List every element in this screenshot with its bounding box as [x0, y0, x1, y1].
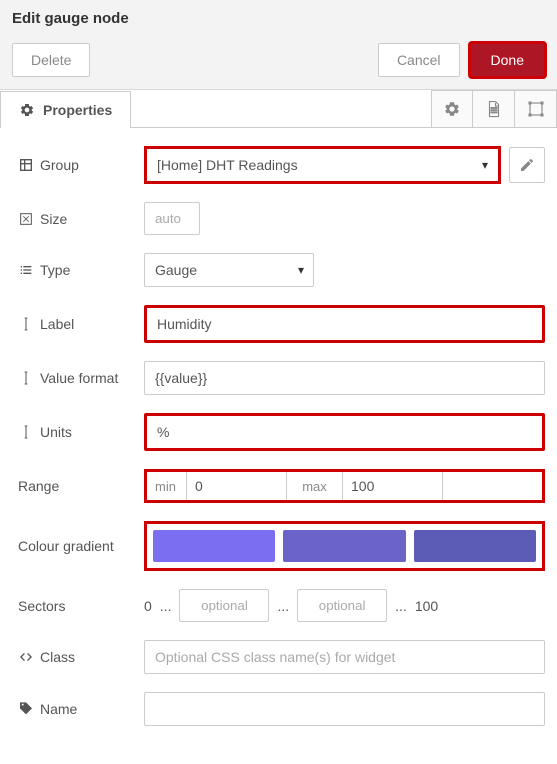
text-cursor-icon	[18, 316, 34, 332]
cancel-button[interactable]: Cancel	[378, 43, 460, 77]
row-size: Size auto	[18, 202, 545, 235]
size-button[interactable]: auto	[144, 202, 200, 235]
list-icon	[18, 262, 34, 278]
sectors-start: 0	[144, 598, 152, 614]
header-buttons: Delete Cancel Done	[12, 43, 545, 77]
range-max-label: max	[302, 479, 327, 494]
sectors-dots-2: ...	[277, 598, 289, 614]
row-value-format: Value format	[18, 361, 545, 395]
type-select[interactable]: Gauge	[144, 253, 314, 287]
name-input[interactable]	[144, 692, 545, 726]
sectors-dots-1: ...	[160, 598, 172, 614]
header-bar: Edit gauge node Delete Cancel Done	[0, 0, 557, 90]
tag-icon	[18, 701, 34, 717]
grid-icon	[18, 157, 34, 173]
range-max-input[interactable]	[351, 478, 434, 494]
tabs-row: Properties	[0, 90, 557, 128]
label-label: Label	[40, 316, 74, 332]
group-select[interactable]: [Home] DHT Readings	[147, 149, 498, 181]
text-cursor-icon	[18, 424, 34, 440]
edit-group-button[interactable]	[509, 147, 545, 183]
row-name: Name	[18, 692, 545, 726]
gear-icon	[443, 100, 461, 118]
code-icon	[18, 649, 34, 665]
properties-form: Group [Home] DHT Readings Size auto Type	[0, 128, 557, 764]
tab-settings-icon[interactable]	[431, 90, 473, 127]
delete-button[interactable]: Delete	[12, 43, 90, 77]
layout-icon	[527, 100, 545, 118]
class-label: Class	[40, 649, 75, 665]
range-min-input[interactable]	[195, 478, 278, 494]
type-label: Type	[40, 262, 70, 278]
row-units: Units	[18, 413, 545, 451]
colour-swatch-1[interactable]	[153, 530, 275, 562]
row-range: Range min max	[18, 469, 545, 503]
pencil-icon	[519, 157, 535, 173]
row-type: Type Gauge	[18, 253, 545, 287]
gradient-group	[144, 521, 545, 571]
units-label: Units	[40, 424, 72, 440]
colour-gradient-label: Colour gradient	[18, 538, 114, 554]
size-label: Size	[40, 211, 67, 227]
tab-properties-label: Properties	[43, 102, 112, 118]
text-cursor-icon	[18, 370, 34, 386]
dialog-title: Edit gauge node	[12, 10, 545, 27]
group-label: Group	[40, 157, 79, 173]
colour-swatch-3[interactable]	[414, 530, 536, 562]
resize-icon	[18, 211, 34, 227]
name-label: Name	[40, 701, 77, 717]
sectors-dots-3: ...	[395, 598, 407, 614]
done-button[interactable]: Done	[470, 43, 545, 77]
range-label: Range	[18, 478, 59, 494]
units-input[interactable]	[144, 413, 545, 451]
sectors-optional-2[interactable]	[297, 589, 387, 622]
gear-icon	[19, 102, 35, 118]
sectors-optional-1[interactable]	[179, 589, 269, 622]
tab-layout-icon[interactable]	[515, 90, 557, 127]
sectors-end: 100	[415, 598, 438, 614]
range-group: min max	[144, 469, 545, 503]
sectors-label: Sectors	[18, 598, 65, 614]
row-label: Label	[18, 305, 545, 343]
label-input[interactable]	[144, 305, 545, 343]
class-input[interactable]	[144, 640, 545, 674]
range-min-label: min	[155, 479, 176, 494]
row-group: Group [Home] DHT Readings	[18, 146, 545, 184]
file-icon	[485, 100, 503, 118]
value-format-input[interactable]	[144, 361, 545, 395]
tab-docs-icon[interactable]	[473, 90, 515, 127]
row-class: Class	[18, 640, 545, 674]
tab-properties[interactable]: Properties	[0, 91, 131, 128]
icon-tabs	[431, 90, 557, 127]
value-format-label: Value format	[40, 370, 118, 386]
colour-swatch-2[interactable]	[283, 530, 405, 562]
row-colour-gradient: Colour gradient	[18, 521, 545, 571]
row-sectors: Sectors 0 ... ... ... 100	[18, 589, 545, 622]
